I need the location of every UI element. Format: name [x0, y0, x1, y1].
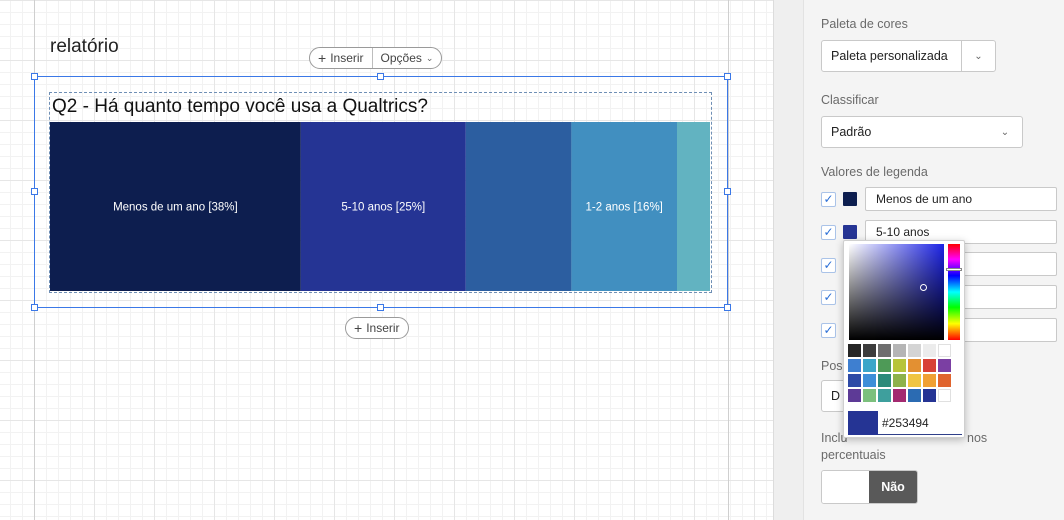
plus-icon: +	[318, 50, 327, 66]
check-icon: ✓	[823, 258, 834, 272]
resize-handle-top-right[interactable]	[724, 73, 731, 80]
bar-data-label: Menos de um ano [38%]	[113, 202, 238, 214]
preset-color-swatch[interactable]	[863, 344, 876, 357]
toggle-no-option[interactable]: Não	[869, 471, 917, 503]
legend-item-row: ✓	[821, 318, 836, 342]
preset-color-swatch[interactable]	[893, 389, 906, 402]
preset-color-swatch[interactable]	[878, 359, 891, 372]
options-button[interactable]: Opções ⌄	[371, 48, 442, 68]
toggle-yes-option[interactable]	[822, 471, 869, 503]
preset-color-swatch[interactable]	[938, 374, 951, 387]
sort-select-value: Padrão	[831, 125, 872, 139]
preset-color-swatch[interactable]	[938, 389, 951, 402]
preset-color-swatch[interactable]	[863, 389, 876, 402]
plus-icon: +	[354, 320, 363, 336]
legend-checkbox[interactable]: ✓	[821, 191, 836, 207]
preset-color-swatch[interactable]	[938, 344, 951, 357]
chevron-down-icon: ⌄	[961, 41, 995, 71]
hue-slider[interactable]	[948, 244, 960, 340]
resize-handle-bottom-left[interactable]	[31, 304, 38, 311]
preset-color-swatch[interactable]	[893, 344, 906, 357]
sort-label: Classificar	[821, 93, 879, 107]
preset-color-swatch[interactable]	[878, 344, 891, 357]
resize-handle-top[interactable]	[377, 73, 384, 80]
preset-color-swatch[interactable]	[848, 374, 861, 387]
legend-item-row: ✓	[821, 187, 857, 211]
resize-handle-bottom[interactable]	[377, 304, 384, 311]
hex-input[interactable]: #253494	[878, 411, 962, 435]
include-toggle[interactable]: Não	[821, 470, 918, 504]
report-title: relatório	[50, 36, 119, 57]
insert-below-button[interactable]: + Inserir	[346, 318, 408, 338]
chevron-down-icon: ⌄	[1000, 126, 1010, 138]
preset-color-swatch[interactable]	[923, 389, 936, 402]
legend-item-row: ✓	[821, 285, 836, 309]
preset-color-swatch[interactable]	[908, 344, 921, 357]
include-label-end: nos	[967, 431, 988, 445]
saturation-cursor[interactable]	[920, 284, 927, 291]
bar-data-label: 5-10 anos [25%]	[341, 202, 425, 214]
saturation-area[interactable]	[849, 244, 944, 340]
preset-color-swatch[interactable]	[863, 359, 876, 372]
preset-color-swatch[interactable]	[863, 374, 876, 387]
preset-color-swatch[interactable]	[908, 389, 921, 402]
legend-label-input[interactable]: Menos de um ano	[865, 187, 1057, 211]
options-button-label: Opções	[380, 51, 422, 65]
preset-color-swatch[interactable]	[848, 359, 861, 372]
hue-slider-handle[interactable]	[946, 268, 962, 271]
preset-color-swatch[interactable]	[878, 374, 891, 387]
preset-color-swatch[interactable]	[908, 359, 921, 372]
sort-select[interactable]: Padrão ⌄	[821, 116, 1023, 148]
chart-title: Q2 - Há quanto tempo você usa a Qualtric…	[52, 96, 428, 117]
palette-select-value: Paleta personalizada	[831, 49, 948, 63]
bar-segment[interactable]	[677, 122, 710, 291]
preset-color-swatch[interactable]	[938, 359, 951, 372]
legend-checkbox[interactable]: ✓	[821, 322, 836, 338]
preset-color-swatch[interactable]	[848, 389, 861, 402]
preset-color-swatch[interactable]	[848, 344, 861, 357]
preset-color-swatch[interactable]	[923, 359, 936, 372]
palette-label: Paleta de cores	[821, 17, 908, 31]
resize-handle-top-left[interactable]	[31, 73, 38, 80]
insert-below-toolbar: + Inserir	[345, 317, 409, 339]
resize-handle-left[interactable]	[31, 188, 38, 195]
bar-data-label: 1-2 anos [16%]	[586, 202, 663, 214]
preset-color-swatch[interactable]	[923, 374, 936, 387]
check-icon: ✓	[823, 192, 834, 206]
legend-color-swatch[interactable]	[843, 225, 857, 239]
preset-color-swatch[interactable]	[893, 374, 906, 387]
resize-handle-bottom-right[interactable]	[724, 304, 731, 311]
preset-color-swatch[interactable]	[878, 389, 891, 402]
current-color-preview	[848, 411, 878, 435]
insert-options-toolbar: + Inserir Opções ⌄	[309, 47, 443, 69]
insert-button-label: Inserir	[330, 51, 364, 65]
include-label-line2: percentuais	[821, 448, 886, 462]
check-icon: ✓	[823, 225, 834, 239]
check-icon: ✓	[823, 290, 834, 304]
legend-item-row: ✓	[821, 253, 836, 277]
chevron-down-icon: ⌄	[425, 52, 434, 63]
position-label: Pos	[821, 359, 843, 373]
resize-handle-right[interactable]	[724, 188, 731, 195]
preset-color-swatch[interactable]	[893, 359, 906, 372]
legend-color-swatch[interactable]	[843, 192, 857, 206]
color-picker-popup: #253494	[843, 240, 965, 438]
insert-button[interactable]: + Inserir	[310, 48, 372, 68]
legend-checkbox[interactable]: ✓	[821, 257, 836, 273]
insert-below-button-label: Inserir	[366, 321, 400, 335]
preset-color-swatch[interactable]	[923, 344, 936, 357]
stacked-bar-chart[interactable]: Menos de um ano [38%] 5-10 anos [25%] 1-2 …	[50, 122, 710, 291]
palette-select[interactable]: Paleta personalizada ⌄	[821, 40, 996, 72]
preset-color-swatch[interactable]	[908, 374, 921, 387]
bar-segment[interactable]	[465, 122, 572, 291]
hex-row: #253494	[848, 411, 962, 435]
preset-swatch-grid	[848, 344, 951, 402]
legend-checkbox[interactable]: ✓	[821, 289, 836, 305]
legend-checkbox[interactable]: ✓	[821, 224, 836, 240]
check-icon: ✓	[823, 323, 834, 337]
legend-values-label: Valores de legenda	[821, 165, 928, 179]
panel-gutter	[773, 0, 803, 520]
